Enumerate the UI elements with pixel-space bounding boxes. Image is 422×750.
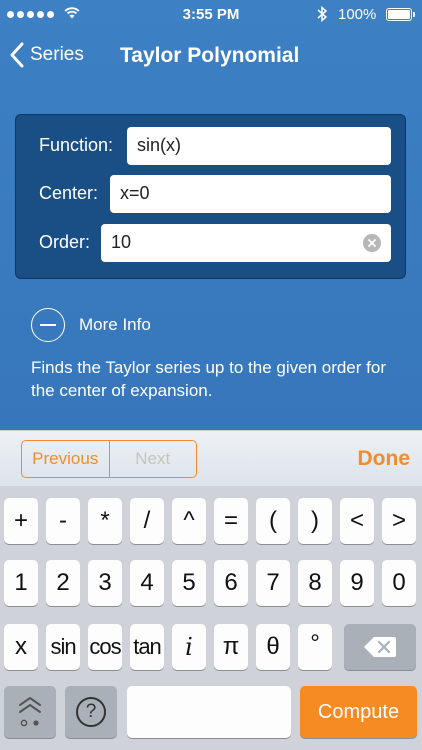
description-text: Finds the Taylor series up to the given … xyxy=(31,358,386,400)
key-open-paren[interactable]: ( xyxy=(256,498,290,544)
center-label: Center: xyxy=(39,183,99,203)
key-equals[interactable]: = xyxy=(214,498,248,544)
next-button[interactable]: Next xyxy=(110,441,197,477)
key-divide[interactable]: / xyxy=(130,498,164,544)
order-input[interactable]: 10 xyxy=(101,224,391,262)
key-7[interactable]: 7 xyxy=(256,560,290,606)
previous-button[interactable]: Previous xyxy=(22,441,110,477)
help-icon: ? xyxy=(76,697,106,727)
keyboard-toolbar: Previous Next Done xyxy=(0,430,422,486)
input-form: Function: sin(x) Center: x=0 Order: 10 xyxy=(15,114,406,279)
bluetooth-icon xyxy=(317,5,328,23)
backspace-key[interactable] xyxy=(344,624,416,670)
key-multiply[interactable]: * xyxy=(88,498,122,544)
battery-percentage: 100% xyxy=(338,6,377,23)
key-3[interactable]: 3 xyxy=(88,560,122,606)
keyboard-switch-icon xyxy=(19,697,41,727)
key-degree[interactable]: ° xyxy=(298,624,332,670)
prev-next-control: Previous Next xyxy=(21,440,197,478)
keyboard-switch-key[interactable] xyxy=(4,686,56,738)
math-keyboard: + - * / ^ = ( ) < > 1 2 3 4 5 6 7 8 9 0 … xyxy=(0,486,422,750)
back-button-label: Series xyxy=(30,44,84,65)
function-label: Function: xyxy=(39,135,114,155)
status-bar: 3:55 PM 100% xyxy=(0,0,422,30)
key-2[interactable]: 2 xyxy=(46,560,80,606)
clear-icon[interactable] xyxy=(363,234,381,252)
done-button[interactable]: Done xyxy=(358,447,411,471)
key-cos[interactable]: cos xyxy=(88,624,122,670)
key-close-paren[interactable]: ) xyxy=(298,498,332,544)
space-key[interactable] xyxy=(127,686,291,738)
key-8[interactable]: 8 xyxy=(298,560,332,606)
more-info-toggle[interactable]: More Info xyxy=(31,308,151,342)
backspace-icon xyxy=(364,637,396,657)
order-input-value: 10 xyxy=(111,232,132,252)
key-sin[interactable]: sin xyxy=(46,624,80,670)
key-imaginary-i[interactable]: i xyxy=(172,624,206,670)
key-4[interactable]: 4 xyxy=(130,560,164,606)
key-minus[interactable]: - xyxy=(46,498,80,544)
more-info-label: More Info xyxy=(79,315,151,334)
navigation-bar: Series Taylor Polynomial xyxy=(0,30,422,84)
key-x[interactable]: x xyxy=(4,624,38,670)
function-input[interactable]: sin(x) xyxy=(127,127,391,165)
app-screen: 3:55 PM 100% Series Taylor Polynomial Fu… xyxy=(0,0,422,430)
compute-button[interactable]: Compute xyxy=(300,686,417,738)
key-plus[interactable]: + xyxy=(4,498,38,544)
center-input[interactable]: x=0 xyxy=(110,175,391,213)
key-power[interactable]: ^ xyxy=(172,498,206,544)
key-theta[interactable]: θ xyxy=(256,624,290,670)
key-pi[interactable]: π xyxy=(214,624,248,670)
key-tan[interactable]: tan xyxy=(130,624,164,670)
key-5[interactable]: 5 xyxy=(172,560,206,606)
page-title: Taylor Polynomial xyxy=(120,44,300,67)
chevron-left-icon xyxy=(10,42,24,68)
battery-icon xyxy=(386,8,415,21)
key-9[interactable]: 9 xyxy=(340,560,374,606)
key-less-than[interactable]: < xyxy=(340,498,374,544)
key-6[interactable]: 6 xyxy=(214,560,248,606)
key-greater-than[interactable]: > xyxy=(382,498,416,544)
key-1[interactable]: 1 xyxy=(4,560,38,606)
help-key[interactable]: ? xyxy=(65,686,117,738)
key-0[interactable]: 0 xyxy=(382,560,416,606)
collapse-circle-icon xyxy=(31,308,65,342)
order-label: Order: xyxy=(39,232,91,252)
back-button[interactable]: Series xyxy=(10,42,84,68)
